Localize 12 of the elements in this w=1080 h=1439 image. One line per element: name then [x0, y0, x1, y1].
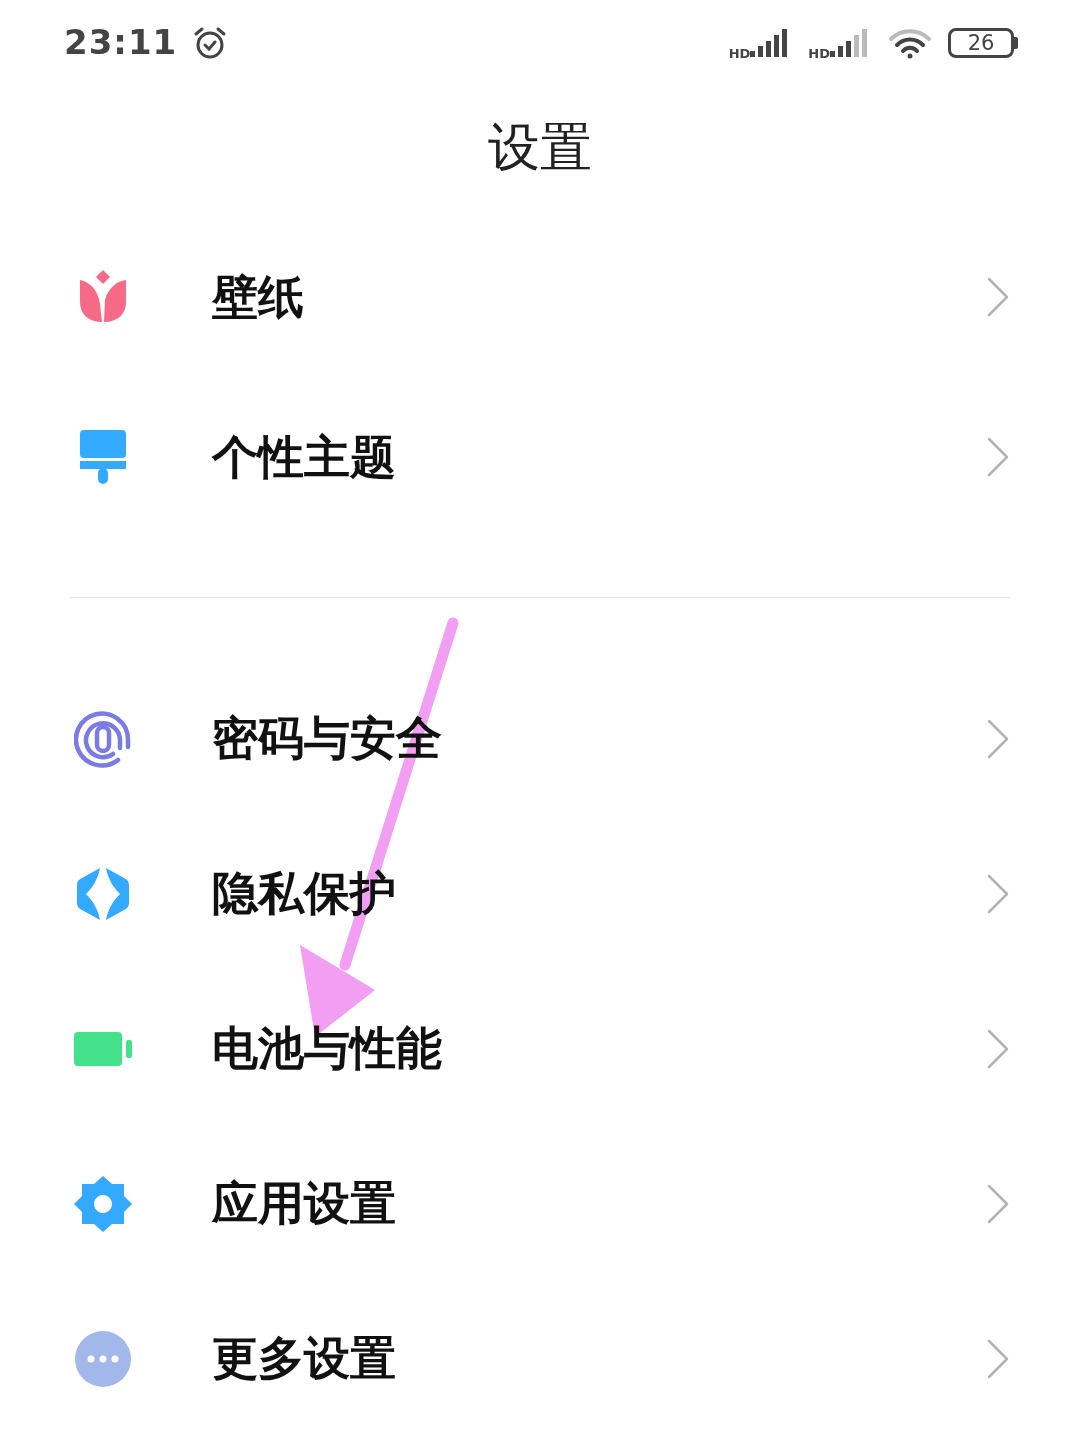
settings-row[interactable]: 应用设置 — [0, 1126, 1080, 1281]
settings-row[interactable]: 个性主题 — [0, 377, 1080, 537]
settings-row[interactable]: 隐私保护 — [0, 816, 1080, 971]
hd-label: HD — [808, 47, 830, 60]
clock-time: 23:11 — [64, 21, 178, 64]
battery-level: 26 — [948, 27, 1014, 58]
settings-row[interactable]: 电池与性能 — [0, 971, 1080, 1126]
hd-label: HD — [728, 47, 751, 60]
settings-row[interactable]: 壁纸 — [0, 217, 1080, 377]
settings-row[interactable]: 密码与安全 — [0, 661, 1080, 816]
settings-row[interactable]: 更多设置 — [0, 1281, 1080, 1436]
page-title: 设置 — [488, 116, 592, 179]
